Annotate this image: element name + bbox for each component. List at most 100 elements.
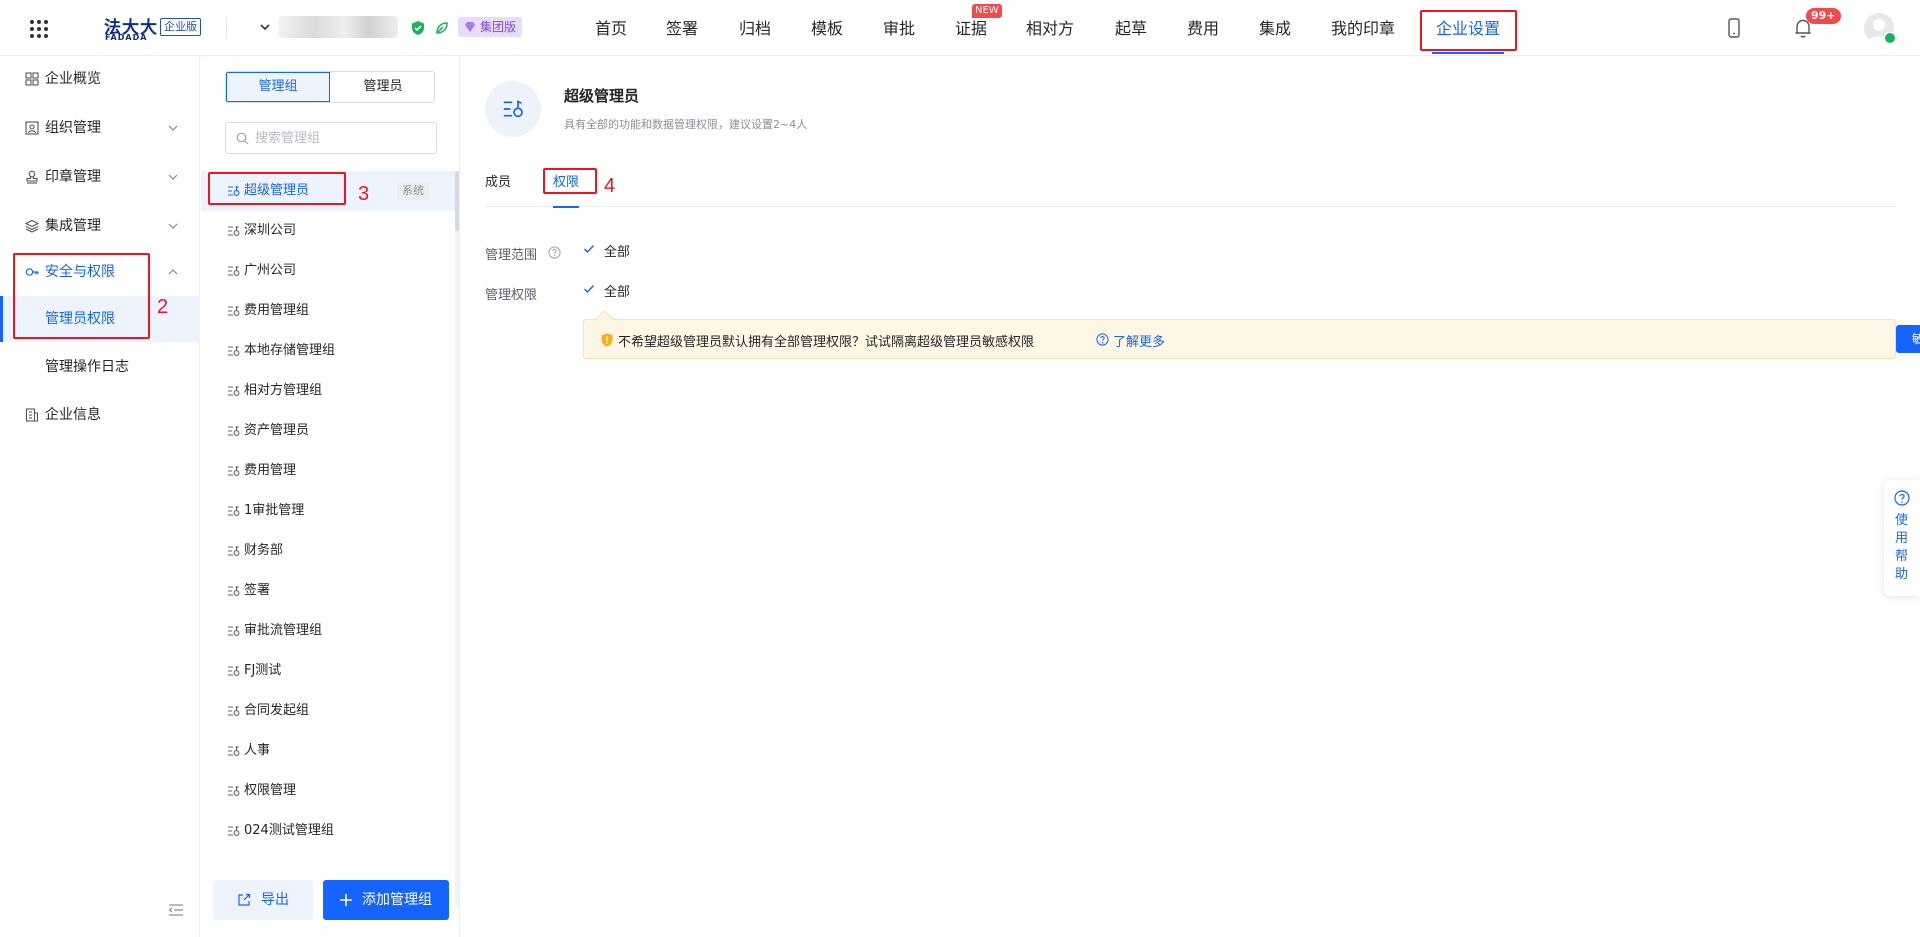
annotation-box-4 — [543, 168, 597, 194]
nav-sign[interactable]: 签署 — [666, 0, 698, 56]
layers-icon — [25, 219, 39, 233]
group-badge-label: 集团版 — [480, 20, 517, 34]
top-bar: 法大大 FADADA 企业版 集团版 首页 签署 归档 模板 审批 证据 NEW… — [0, 0, 1920, 56]
admin-group-icon — [228, 625, 240, 636]
sidebar-item-label: 企业概览 — [45, 71, 101, 87]
sidebar-item-org[interactable]: 组织管理 — [0, 108, 200, 148]
sidebar-item-seal[interactable]: 印章管理 — [0, 157, 200, 197]
warning-shield-icon — [601, 333, 613, 347]
segment-switch: 管理组 管理员 — [225, 71, 435, 103]
list-item[interactable]: 相对方管理组 — [201, 371, 455, 411]
help-float-button[interactable]: 使用帮助 — [1884, 480, 1920, 596]
sidebar-item-admin-log[interactable]: 管理操作日志 — [0, 344, 200, 390]
admin-group-icon — [228, 825, 240, 836]
main-content: 超级管理员 具有全部的功能和数据管理权限，建议设置2~4人 成员 权限 管理范围… — [461, 57, 1920, 937]
add-group-button[interactable]: 添加管理组 — [323, 880, 449, 920]
sidebar-item-label: 集成管理 — [45, 218, 101, 234]
group-search[interactable] — [225, 122, 437, 154]
collapse-sidebar-icon[interactable] — [168, 903, 184, 917]
leaf-icon — [436, 22, 448, 34]
edition-badge: 企业版 — [160, 18, 201, 36]
list-item[interactable]: 合同发起组 — [201, 691, 455, 731]
sensitive-isolation-button[interactable]: 敏感权限隔离 — [1896, 325, 1920, 353]
admin-group-icon — [228, 545, 240, 556]
admin-group-icon — [228, 705, 240, 716]
list-item[interactable]: 广州公司 — [201, 251, 455, 291]
list-item[interactable]: 费用管理 — [201, 451, 455, 491]
nav-archive[interactable]: 归档 — [739, 0, 771, 56]
list-item-label: 费用管理组 — [244, 303, 310, 318]
list-item[interactable]: 深圳公司 — [201, 211, 455, 251]
admin-group-icon — [228, 385, 240, 396]
admin-group-icon — [228, 745, 240, 756]
logo[interactable]: 法大大 FADADA 企业版 — [104, 13, 204, 43]
company-name-blurred[interactable] — [278, 16, 398, 38]
diamond-icon — [465, 22, 475, 32]
annotation-box-1 — [1420, 10, 1517, 51]
nav-fees[interactable]: 费用 — [1187, 0, 1219, 56]
help-icon[interactable] — [548, 246, 561, 259]
list-item[interactable]: 财务部 — [201, 531, 455, 571]
sidebar-item-overview[interactable]: 企业概览 — [0, 59, 200, 99]
admin-group-icon — [228, 225, 240, 236]
scope-label: 管理范围 — [485, 248, 538, 263]
sidebar-item-enterprise-info[interactable]: 企业信息 — [0, 395, 200, 435]
chevron-down-icon — [168, 174, 178, 180]
list-item-label: 024测试管理组 — [244, 823, 334, 838]
list-item[interactable]: 资产管理员 — [201, 411, 455, 451]
admin-group-icon — [228, 665, 240, 676]
export-button[interactable]: 导出 — [213, 880, 313, 920]
list-item[interactable]: FJ测试 — [201, 651, 455, 691]
logo-subtext: FADADA — [105, 33, 148, 42]
nav-draft[interactable]: 起草 — [1115, 0, 1147, 56]
list-item[interactable]: 签署 — [201, 571, 455, 611]
verified-shield-icon — [412, 21, 424, 35]
nav-counterparty[interactable]: 相对方 — [1026, 0, 1074, 56]
sidebar-item-label: 组织管理 — [45, 120, 101, 136]
admin-group-icon — [228, 265, 240, 276]
app-grid-icon[interactable] — [29, 19, 49, 39]
list-item-label: 资产管理员 — [244, 423, 310, 438]
segment-admins[interactable]: 管理员 — [331, 72, 434, 102]
list-item[interactable]: 权限管理 — [201, 771, 455, 811]
list-item-label: 签署 — [244, 583, 271, 598]
sidebar-item-label: 印章管理 — [45, 169, 101, 185]
admin-group-icon — [228, 345, 240, 356]
help-icon — [1894, 490, 1910, 506]
list-item-label: 合同发起组 — [244, 703, 310, 718]
nav-template[interactable]: 模板 — [811, 0, 843, 56]
list-item-label: 相对方管理组 — [244, 383, 323, 398]
admin-group-icon — [228, 425, 240, 436]
list-item[interactable]: 024测试管理组 — [201, 811, 455, 851]
annotation-box-3 — [208, 172, 346, 205]
page-title: 超级管理员 — [564, 87, 640, 105]
nav-home[interactable]: 首页 — [595, 0, 627, 56]
nav-integration[interactable]: 集成 — [1259, 0, 1291, 56]
org-icon — [25, 121, 39, 135]
sidebar-item-label: 企业信息 — [45, 407, 101, 423]
chevron-down-icon — [168, 125, 178, 131]
list-item-label: 财务部 — [244, 543, 284, 558]
nav-my-seal[interactable]: 我的印章 — [1331, 0, 1395, 56]
list-item-label: FJ测试 — [244, 663, 282, 678]
mobile-icon[interactable] — [1725, 18, 1743, 38]
help-float-label: 使用帮助 — [1895, 513, 1909, 582]
list-item[interactable]: 人事 — [201, 731, 455, 771]
list-item[interactable]: 本地存储管理组 — [201, 331, 455, 371]
overview-icon — [25, 72, 39, 86]
list-item[interactable]: 1审批管理 — [201, 491, 455, 531]
segment-admin-groups[interactable]: 管理组 — [226, 72, 330, 102]
annotation-number-2: 2 — [157, 296, 169, 318]
nav-approval[interactable]: 审批 — [883, 0, 915, 56]
list-item[interactable]: 费用管理组 — [201, 291, 455, 331]
divider — [226, 17, 227, 39]
list-item[interactable]: 审批流管理组 — [201, 611, 455, 651]
tab-members[interactable]: 成员 — [485, 169, 511, 207]
scrollbar-track[interactable] — [455, 171, 459, 907]
plus-icon — [340, 894, 352, 906]
sidebar-item-integration[interactable]: 集成管理 — [0, 206, 200, 246]
chevron-down-icon[interactable] — [258, 20, 272, 34]
search-input[interactable] — [255, 129, 425, 147]
scrollbar-thumb[interactable] — [455, 171, 459, 231]
annotation-box-2 — [13, 253, 150, 339]
